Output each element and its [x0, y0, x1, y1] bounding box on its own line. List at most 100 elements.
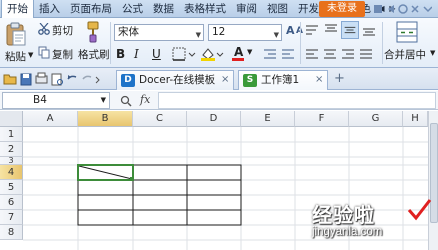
close-icon[interactable]: ×	[221, 71, 229, 89]
redo-icon	[82, 75, 92, 80]
watermark-title: 经验啦	[312, 203, 375, 227]
align-center-icon	[324, 49, 336, 59]
vertical-align-group	[322, 21, 378, 39]
diagonal-border	[78, 165, 133, 180]
menu-page-layout[interactable]: 页面布局	[65, 0, 117, 18]
fill-handle	[130, 177, 134, 181]
select-all-corner[interactable]	[0, 111, 23, 127]
formula-bar: B4 ▼ fx	[0, 91, 438, 110]
paste-button[interactable]: 粘贴	[5, 49, 26, 64]
column-header[interactable]: G	[349, 111, 403, 127]
grow-font-button[interactable]: A	[286, 24, 295, 37]
italic-button[interactable]: I	[134, 47, 139, 61]
font-size-value: 12	[212, 26, 226, 38]
quick-toolbar-icons	[374, 4, 432, 14]
copy-icon	[38, 46, 50, 59]
row-header[interactable]: 8	[0, 225, 23, 240]
align-left-icon	[306, 49, 318, 59]
checkmark-icon	[407, 199, 432, 221]
row-header[interactable]: 5	[0, 180, 23, 195]
align-right-icon	[342, 49, 354, 59]
row-header[interactable]: 6	[0, 195, 23, 210]
font-name-value: 宋体	[118, 26, 139, 38]
tab-label: Docer-在线模板	[139, 74, 216, 86]
menu-home[interactable]: 开始	[1, 0, 34, 18]
row-header[interactable]: 4	[0, 165, 23, 180]
formula-input[interactable]	[158, 92, 436, 109]
column-header[interactable]: H	[403, 111, 428, 127]
more-tools-icon	[95, 76, 100, 84]
align-bottom-icon[interactable]	[360, 21, 378, 39]
menu-view[interactable]: 视图	[262, 0, 293, 18]
ribbon-toolbar: 粘贴 ▼ 剪切 复制 格式刷 宋体 ▼ 12 ▼ A A B I U	[0, 18, 438, 68]
merge-dropdown-icon[interactable]: ▼	[430, 49, 435, 57]
tab-workbook1[interactable]: S 工作簿1 ×	[238, 70, 328, 90]
column-header[interactable]: B	[78, 111, 133, 127]
underline-button[interactable]: U	[152, 47, 161, 61]
chevron-down-icon: ▼	[100, 96, 106, 104]
font-color-button[interactable]: A ▼	[232, 45, 256, 61]
document-tab-bar: D Docer-在线模板 × S 工作簿1 × +	[0, 68, 438, 90]
font-size-select[interactable]: 12 ▼	[208, 24, 282, 41]
insert-function-button[interactable]: fx	[140, 93, 150, 106]
help-icon	[398, 4, 408, 14]
minimize-ribbon-icon	[411, 5, 419, 13]
align-top-icon[interactable]	[322, 21, 340, 39]
menu-data[interactable]: 数据	[148, 0, 179, 18]
column-header[interactable]: C	[133, 111, 187, 127]
merge-center-button[interactable]: 合并居中	[384, 47, 426, 62]
login-button[interactable]: 未登录	[319, 1, 365, 17]
cut-button[interactable]: 剪切	[52, 23, 73, 38]
zoom-icon[interactable]	[120, 95, 132, 107]
font-name-select[interactable]: 宋体 ▼	[114, 24, 204, 41]
format-painter-button[interactable]: 格式刷	[78, 47, 110, 62]
column-header[interactable]: F	[295, 111, 349, 127]
docer-icon: D	[121, 74, 135, 87]
chevron-down-icon: ▼	[195, 31, 201, 39]
bordered-table	[77, 164, 242, 226]
close-icon[interactable]: ×	[315, 71, 323, 89]
menu-insert[interactable]: 插入	[34, 0, 65, 18]
justify-icon	[360, 49, 372, 59]
menu-review[interactable]: 审阅	[231, 0, 262, 18]
row-header[interactable]: 7	[0, 210, 23, 225]
quick-access-icons[interactable]	[3, 72, 101, 86]
copy-button[interactable]: 复制	[52, 47, 73, 62]
format-painter-icon[interactable]	[84, 21, 102, 43]
fill-color-icon[interactable]	[200, 47, 226, 61]
bold-button[interactable]: B	[116, 47, 125, 61]
row-header[interactable]: 2	[0, 142, 23, 157]
new-tab-icon[interactable]: +	[334, 71, 345, 86]
name-box[interactable]: B4 ▼	[2, 92, 110, 109]
horizontal-align-icons[interactable]	[304, 47, 374, 61]
feedback-icon	[388, 5, 394, 13]
merge-cells-icon[interactable]	[396, 21, 418, 43]
watermark-url: jingyanla.com	[312, 226, 383, 238]
menu-formulas[interactable]: 公式	[117, 0, 148, 18]
row-header[interactable]: 3	[0, 157, 23, 165]
open-folder-icon	[3, 74, 17, 85]
paste-icon[interactable]	[4, 21, 28, 47]
more-icon	[423, 6, 432, 13]
row-header[interactable]: 1	[0, 127, 23, 142]
border-icon[interactable]	[172, 47, 198, 61]
indent-icons[interactable]	[262, 47, 296, 61]
wrap-text-icon[interactable]	[304, 23, 320, 37]
font-color-swatch	[232, 58, 244, 61]
chevron-down-icon: ▼	[273, 31, 279, 39]
font-color-glyph: A	[234, 45, 244, 59]
column-header[interactable]: D	[187, 111, 241, 127]
menu-table-style[interactable]: 表格样式	[179, 0, 231, 18]
column-header[interactable]: A	[23, 111, 78, 127]
name-box-value: B4	[33, 94, 47, 106]
scissors-icon	[38, 23, 50, 35]
tab-label: 工作簿1	[261, 74, 300, 86]
skin-icon	[374, 5, 382, 13]
paste-dropdown-icon[interactable]: ▼	[28, 51, 33, 59]
spreadsheet-icon: S	[243, 74, 257, 87]
chevron-down-icon: ▼	[247, 48, 253, 56]
watermark: 经验啦 jingyanla.com	[300, 197, 438, 250]
tab-docer-templates[interactable]: D Docer-在线模板 ×	[116, 70, 234, 90]
column-header[interactable]: E	[241, 111, 295, 127]
align-middle-icon[interactable]	[341, 21, 359, 39]
